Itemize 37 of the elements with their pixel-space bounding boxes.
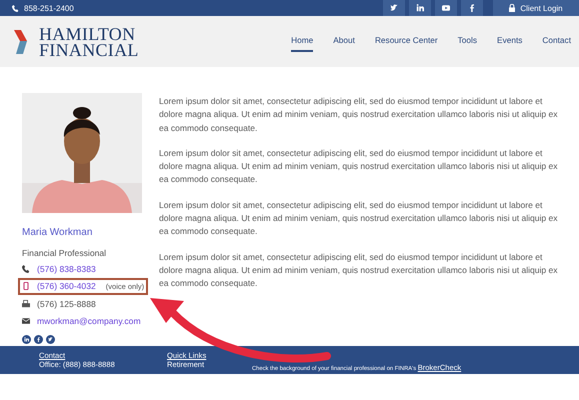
mobile-phone-icon [22, 282, 30, 290]
nav-link[interactable]: Resource Center [374, 31, 438, 52]
nav-link[interactable]: Contact [542, 31, 571, 52]
social-button[interactable] [461, 0, 483, 16]
social-button[interactable] [409, 0, 431, 16]
logo-wordmark: HAMILTON FINANCIAL [39, 26, 139, 58]
logo-icon [14, 30, 30, 54]
nav-link[interactable]: About [333, 31, 355, 52]
phone-link[interactable]: (576) 360-4032 [37, 281, 96, 292]
linkedin-icon [416, 4, 424, 12]
nav-link[interactable]: Home [291, 31, 314, 52]
bird-icon [390, 4, 398, 12]
video-icon [442, 4, 450, 12]
phone-link[interactable]: (576) 838-8383 [37, 264, 96, 274]
person-name: Maria Workman [22, 227, 94, 238]
phone-icon [22, 264, 30, 273]
fax-icon [22, 300, 30, 308]
body-paragraph: Lorem ipsum dolor sit amet, consectetur adipiscing elit, sed do eiusmod tempor incididunt ut labore et dolore magna aliqua. Ut enim ad minim veniam, quis nostrud exercitation ullamco laboris nisi ut aliquip ex ea commodo consequate. [159, 198, 559, 238]
nav-link[interactable]: Tools [458, 31, 478, 52]
phone-number: 858-251-2400 [24, 4, 74, 12]
bird-icon[interactable] [46, 335, 55, 344]
social-button[interactable] [435, 0, 457, 16]
social-button[interactable] [383, 0, 405, 16]
client-login-button[interactable]: Client Login [493, 0, 579, 16]
body-paragraph: Lorem ipsum dolor sit amet, consectetur adipiscing elit, sed do eiusmod tempor incididunt ut labore et dolore magna aliqua. Ut enim ad minim veniam, quis nostrud exercitation ullamco laboris nisi ut aliquip ex ea commodo consequate. [159, 250, 559, 290]
fax-number: (576) 125-8888 [37, 298, 96, 309]
envelope-icon [22, 317, 30, 326]
linkedin-icon[interactable] [22, 335, 31, 344]
email-link[interactable]: mworkman@company.com [37, 316, 141, 326]
facebook-icon [468, 4, 476, 12]
nav-link[interactable]: Events [497, 31, 522, 52]
phone-icon [12, 4, 19, 12]
facebook-icon[interactable] [34, 335, 43, 344]
lock-icon [509, 4, 516, 12]
body-paragraph: Lorem ipsum dolor sit amet, consectetur adipiscing elit, sed do eiusmod tempor incididunt ut labore et dolore magna aliqua. Ut enim ad minim veniam, quis nostrud exercitation ullamco laboris nisi ut aliquip ex ea commodo consequate. [159, 95, 559, 135]
body-paragraph: Lorem ipsum dolor sit amet, consectetur adipiscing elit, sed do eiusmod tempor incididunt ut labore et dolore magna aliqua. Ut enim ad minim veniam, quis nostrud exercitation ullamco laboris nisi ut aliquip ex ea commodo consequate. [159, 146, 559, 186]
job-title: Financial Professional [22, 248, 108, 258]
